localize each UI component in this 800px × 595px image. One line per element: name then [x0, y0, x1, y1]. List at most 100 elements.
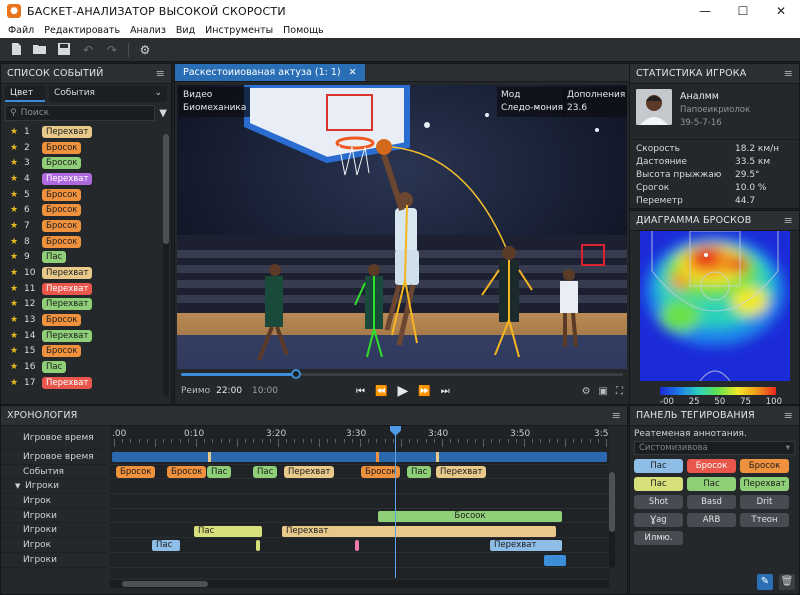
event-list-item[interactable]: ★ 3 Бросок	[1, 155, 163, 171]
event-list-item[interactable]: ★ 8 Бросок	[1, 234, 163, 250]
timeline-clip[interactable]: Перехват	[490, 540, 562, 552]
event-list-item[interactable]: ★ 12 Перехват	[1, 297, 163, 313]
event-list-item[interactable]: ★ 15 Бросок	[1, 344, 163, 360]
timeline-track[interactable]	[110, 479, 609, 495]
timeline-event-chip[interactable]: Бросок	[116, 465, 156, 478]
skip-end-icon[interactable]: ⏭	[441, 386, 450, 397]
event-list-item[interactable]: ★ 9 Пас	[1, 250, 163, 266]
edit-pencil-icon[interactable]: ✎	[757, 574, 773, 590]
menu-analysis[interactable]: Анализ	[125, 25, 171, 36]
events-scrollbar-thumb[interactable]	[163, 134, 169, 244]
collapse-arrow-icon[interactable]: ▼	[15, 482, 20, 490]
skip-start-icon[interactable]: ⏮	[356, 386, 365, 397]
close-button[interactable]: ✕	[762, 4, 800, 18]
timeline-event-chip[interactable]: Пас	[253, 465, 278, 478]
filter-events-dropdown[interactable]: События ⌄	[49, 86, 167, 102]
timeline-hscrollbar-thumb[interactable]	[122, 581, 208, 587]
event-list-item[interactable]: ★ 1 Перехват	[1, 124, 163, 140]
tagging-select[interactable]: Систомизивова ▾	[634, 441, 795, 455]
star-icon[interactable]: ★	[10, 268, 20, 278]
timeline-marker[interactable]	[256, 540, 260, 552]
star-icon[interactable]: ★	[10, 158, 20, 168]
event-list-item[interactable]: ★ 10 Перехват	[1, 265, 163, 281]
event-list-item[interactable]: ★ 2 Бросок	[1, 140, 163, 156]
tag-button[interactable]: Пас	[634, 459, 683, 473]
tag-button[interactable]: Пас	[634, 477, 683, 491]
star-icon[interactable]: ★	[10, 127, 20, 137]
timeline-event-chip[interactable]: Пас	[207, 465, 232, 478]
timeline-menu-icon[interactable]: ≡	[612, 409, 621, 422]
timeline-clip[interactable]: Пас	[194, 525, 262, 537]
timeline-tracks[interactable]: .00 0:10 3:20 3:30 3:40 3:50 3:5 Бросок Бросок П…	[110, 426, 609, 578]
shot-chart-menu-icon[interactable]: ≡	[784, 214, 793, 227]
events-panel-menu-icon[interactable]: ≡	[156, 67, 165, 80]
timeline-clip[interactable]: Босоок	[378, 510, 562, 522]
star-icon[interactable]: ★	[10, 205, 20, 215]
search-input[interactable]: ⚲ Поиск	[5, 105, 156, 121]
play-icon[interactable]: ▶	[397, 383, 408, 399]
tag-button[interactable]: Бросок	[687, 459, 736, 473]
menu-edit[interactable]: Редактировать	[39, 25, 125, 36]
fast-forward-icon[interactable]: ⏩	[418, 386, 430, 397]
timeline-event-chip[interactable]: Бросок	[167, 465, 207, 478]
timeline-ruler[interactable]: .00 0:10 3:20 3:30 3:40 3:50 3:5	[110, 426, 609, 450]
timeline-event-chip[interactable]: Пас	[407, 465, 432, 478]
tagging-menu-icon[interactable]: ≡	[784, 409, 793, 422]
seek-bar[interactable]	[181, 369, 623, 379]
close-tab-icon[interactable]: ✕	[349, 67, 357, 78]
timeline-clip[interactable]: Пас	[152, 540, 180, 552]
maximize-button[interactable]: ☐	[724, 4, 762, 18]
event-list-item[interactable]: ★ 16 Пас	[1, 359, 163, 375]
rewind-icon[interactable]: ⏪	[375, 386, 387, 397]
timeline-event-chip[interactable]: Перехват	[436, 465, 487, 478]
menu-file[interactable]: Файл	[3, 25, 39, 36]
tag-button[interactable]: Shot	[634, 495, 683, 509]
star-icon[interactable]: ★	[10, 252, 20, 262]
tag-button[interactable]: Basd	[687, 495, 736, 509]
save-icon[interactable]	[56, 42, 72, 58]
redo-icon[interactable]: ↷	[104, 42, 120, 58]
events-scrollbar[interactable]	[163, 134, 169, 396]
menu-view[interactable]: Вид	[171, 25, 200, 36]
seek-bar-handle[interactable]	[290, 369, 301, 379]
timeline-track[interactable]	[110, 553, 609, 568]
event-list-item[interactable]: ★ 7 Бросок	[1, 218, 163, 234]
event-list-item[interactable]: ★ 5 Бросок	[1, 187, 163, 203]
timeline-hscrollbar[interactable]	[110, 580, 609, 588]
star-icon[interactable]: ★	[10, 331, 20, 341]
event-list-item[interactable]: ★ 17 Перехват	[1, 375, 163, 391]
event-list-item[interactable]: ★ 4 Перехват	[1, 171, 163, 187]
star-icon[interactable]: ★	[10, 362, 20, 372]
tag-button[interactable]: Tтeон	[740, 513, 789, 527]
timeline-marker[interactable]	[544, 554, 566, 566]
menu-tools[interactable]: Инструменты	[200, 25, 278, 36]
star-icon[interactable]: ★	[10, 315, 20, 325]
timeline-clip[interactable]: Перехват	[282, 525, 556, 537]
star-icon[interactable]: ★	[10, 378, 20, 388]
timeline-scrollbar-thumb[interactable]	[609, 472, 615, 532]
star-icon[interactable]: ★	[10, 284, 20, 294]
tag-button[interactable]: Илмю.	[634, 531, 683, 545]
player-stats-menu-icon[interactable]: ≡	[784, 67, 793, 80]
open-folder-icon[interactable]	[32, 42, 48, 58]
game-time-bar[interactable]	[112, 452, 607, 462]
camera-settings-icon[interactable]: ⚙	[582, 386, 591, 397]
tag-button[interactable]: Пас	[687, 477, 736, 491]
star-icon[interactable]: ★	[10, 299, 20, 309]
tag-button[interactable]: Drit	[740, 495, 789, 509]
filter-color-tab[interactable]: Цвет	[5, 86, 45, 102]
star-icon[interactable]: ★	[10, 190, 20, 200]
fullscreen-icon[interactable]: ⛶	[616, 386, 623, 397]
tag-button[interactable]: Ɣag	[634, 513, 683, 527]
settings-gear-icon[interactable]: ⚙	[137, 42, 153, 58]
video-tab[interactable]: Раскестоииованая актуза (1: 1) ✕	[175, 64, 365, 81]
trash-icon[interactable]: 🗑	[779, 574, 795, 590]
star-icon[interactable]: ★	[10, 346, 20, 356]
new-file-icon[interactable]	[8, 42, 24, 58]
tag-button[interactable]: Перехват	[740, 477, 789, 491]
video-frame[interactable]: Видео Биомеханика Мод Следо-мония Дополн…	[177, 85, 627, 369]
star-icon[interactable]: ★	[10, 174, 20, 184]
star-icon[interactable]: ★	[10, 221, 20, 231]
tag-button[interactable]: Бросок	[740, 459, 789, 473]
event-list-item[interactable]: ★ 14 Перехват	[1, 328, 163, 344]
